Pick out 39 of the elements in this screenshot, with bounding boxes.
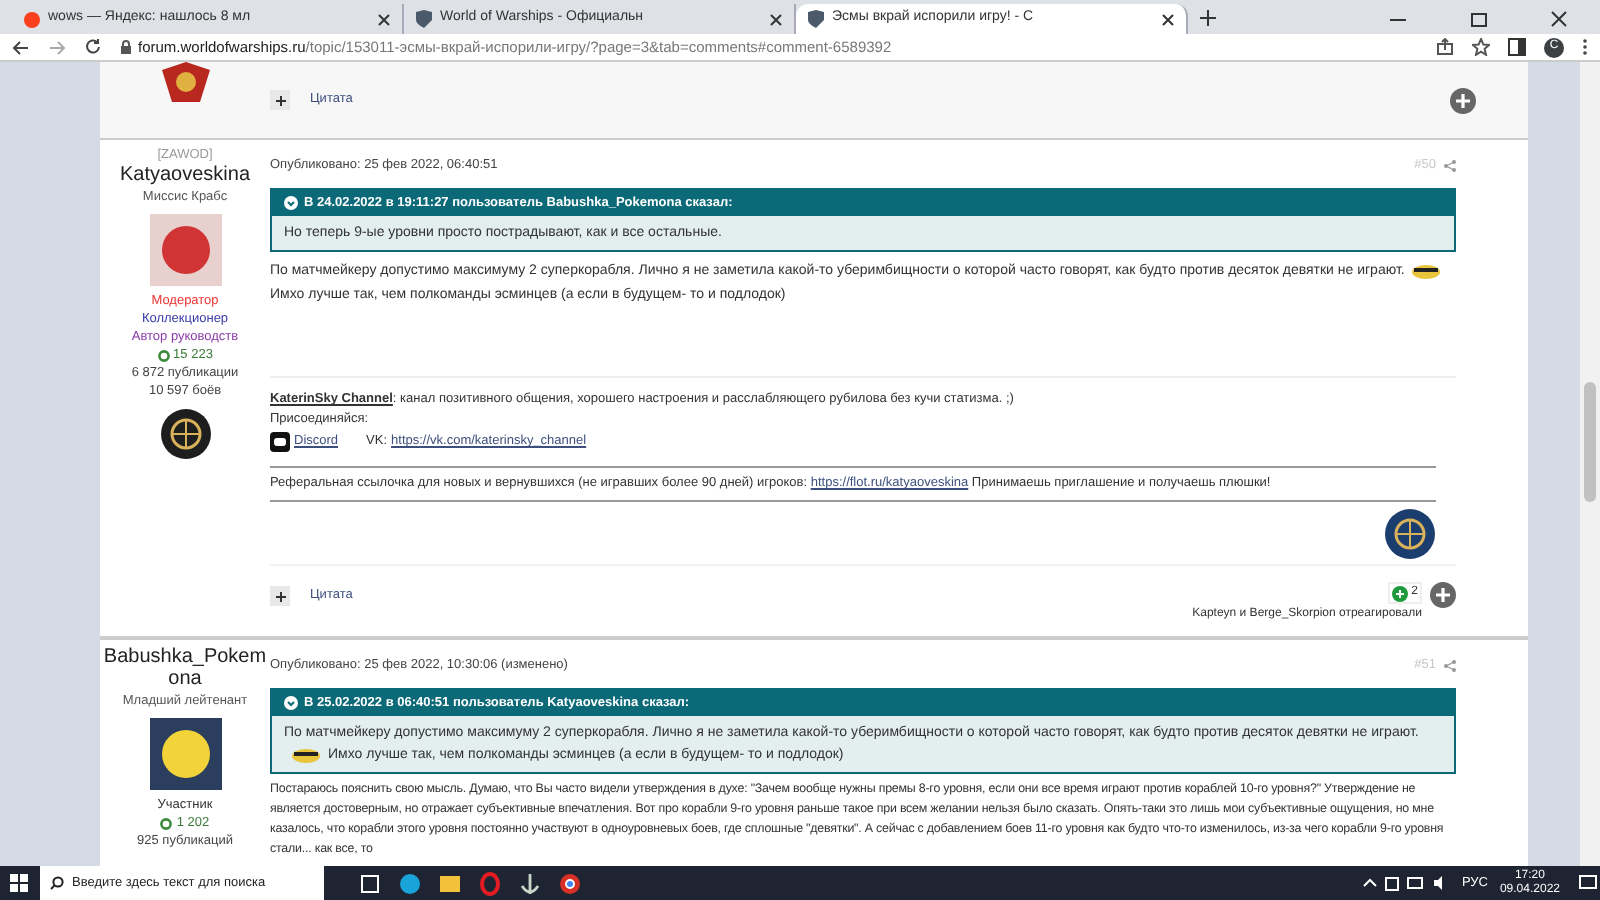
back-icon[interactable] [12,39,30,55]
share-icon[interactable] [1436,38,1454,56]
search-icon [50,876,64,890]
notification-icon[interactable] [1576,874,1600,892]
multiquote-button[interactable] [270,586,290,606]
menu-icon[interactable] [1582,38,1588,56]
collapse-icon[interactable] [284,696,298,710]
shield-icon [416,10,432,28]
close-icon[interactable] [1162,13,1174,25]
opera-icon[interactable] [476,867,504,899]
sunglasses-emoji-icon [290,745,322,764]
emblem-icon [159,62,211,106]
chat-icon [270,432,290,452]
emblem-icon [1384,508,1436,560]
plus-reaction-icon [1391,585,1408,601]
author-name[interactable]: Katyaoveskina [117,164,253,186]
close-icon[interactable] [378,13,390,25]
avatar-placeholder [149,214,221,286]
new-tab-icon[interactable] [1200,10,1216,26]
add-reaction-icon[interactable] [1430,582,1456,608]
clan-badge-icon [159,408,211,460]
plus-icon [275,95,285,105]
sidebar-icon[interactable] [1508,38,1526,56]
search-engine-icon [24,11,40,27]
close-icon[interactable] [770,13,782,25]
collapse-icon[interactable] [284,196,298,210]
scrollbar[interactable] [1580,62,1600,866]
avatar-placeholder [149,718,221,790]
sunglasses-emoji-icon [1410,261,1443,280]
shield-icon [808,10,824,28]
reputation-icon [157,349,170,361]
star-icon[interactable] [1472,38,1490,56]
reputation-icon [160,817,173,829]
multiquote-button[interactable] [270,90,290,110]
add-reaction-icon[interactable] [1450,87,1476,113]
reload-icon[interactable] [84,38,102,56]
plus-icon [275,591,285,601]
author-name[interactable]: Babushka_Pokemona [100,646,270,690]
lock-icon [120,40,132,54]
